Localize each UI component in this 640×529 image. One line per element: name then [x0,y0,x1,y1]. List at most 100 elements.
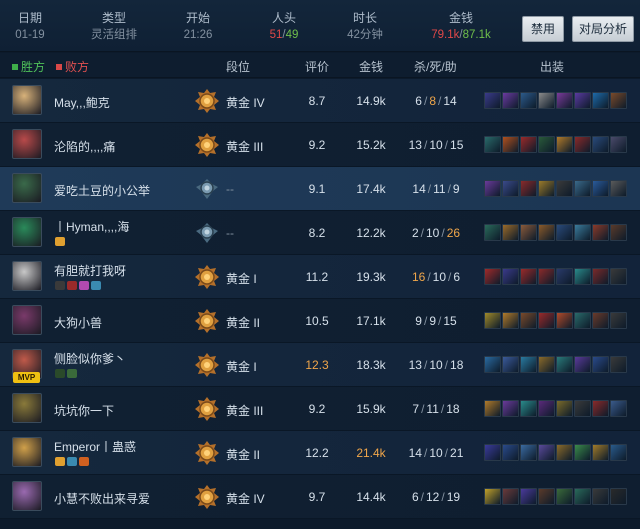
champion-portrait[interactable] [12,173,42,203]
item-icon[interactable] [592,488,609,505]
item-icon[interactable] [502,312,519,329]
champion-portrait[interactable] [12,85,42,115]
item-icon[interactable] [502,180,519,197]
player-row[interactable]: 沦陷的,,,,痛 黄金 III 9.2 15.2k 13/10/15 [0,123,640,167]
item-icon[interactable] [610,444,627,461]
item-icon[interactable] [574,356,591,373]
champion-portrait[interactable] [12,481,42,511]
item-icon[interactable] [556,400,573,417]
item-icon[interactable] [574,312,591,329]
item-icon[interactable] [610,136,627,153]
player-name[interactable]: 沦陷的,,,,痛 [54,138,115,155]
item-icon[interactable] [556,136,573,153]
player-row[interactable]: MVP 侧脸似你爹丶 黄金 I 12.3 18.3k 13/10/18 [0,343,640,387]
ban-button[interactable]: 禁用 [522,16,564,42]
item-icon[interactable] [592,268,609,285]
item-icon[interactable] [484,268,501,285]
item-icon[interactable] [538,400,555,417]
item-icon[interactable] [484,92,501,109]
champion-portrait[interactable] [12,217,42,247]
item-icon[interactable] [592,444,609,461]
item-icon[interactable] [556,312,573,329]
item-icon[interactable] [538,224,555,241]
player-name[interactable]: 大狗小兽 [54,314,102,331]
item-icon[interactable] [556,444,573,461]
item-icon[interactable] [556,488,573,505]
item-icon[interactable] [556,356,573,373]
item-icon[interactable] [538,180,555,197]
item-icon[interactable] [502,400,519,417]
item-icon[interactable] [502,224,519,241]
player-name[interactable]: 坑坑你一下 [54,402,114,419]
item-icon[interactable] [520,400,537,417]
item-icon[interactable] [610,268,627,285]
item-icon[interactable] [574,180,591,197]
item-icon[interactable] [484,180,501,197]
item-icon[interactable] [520,356,537,373]
champion-portrait[interactable] [12,261,42,291]
champion-portrait[interactable] [12,129,42,159]
item-icon[interactable] [484,312,501,329]
item-icon[interactable] [610,224,627,241]
item-icon[interactable] [610,92,627,109]
item-icon[interactable] [610,400,627,417]
player-row[interactable]: 爱吃土豆的小公举 -- 9.1 17.4k 14/11/9 [0,167,640,211]
item-icon[interactable] [520,488,537,505]
item-icon[interactable] [610,356,627,373]
item-icon[interactable] [610,488,627,505]
player-name[interactable]: 爱吃土豆的小公举 [54,182,150,199]
item-icon[interactable] [484,356,501,373]
item-icon[interactable] [592,224,609,241]
match-analysis-button[interactable]: 对局分析 [572,16,634,42]
player-row[interactable]: 小慧不败出来寻爱 黄金 IV 9.7 14.4k 6/12/19 [0,475,640,519]
item-icon[interactable] [538,356,555,373]
item-icon[interactable] [592,180,609,197]
item-icon[interactable] [538,444,555,461]
item-icon[interactable] [592,312,609,329]
item-icon[interactable] [502,92,519,109]
item-icon[interactable] [556,92,573,109]
item-icon[interactable] [592,92,609,109]
item-icon[interactable] [574,400,591,417]
player-row[interactable]: Emperor丨蛊惑 黄金 II 12.2 21.4k 14/10/21 [0,431,640,475]
player-name[interactable]: 小慧不败出来寻爱 [54,490,150,507]
item-icon[interactable] [556,180,573,197]
item-icon[interactable] [520,92,537,109]
champion-portrait[interactable] [12,393,42,423]
item-icon[interactable] [592,400,609,417]
player-name[interactable]: 有胆就打我呀 [54,262,126,279]
player-name[interactable]: 侧脸似你爹丶 [54,350,126,367]
item-icon[interactable] [520,268,537,285]
item-icon[interactable] [574,92,591,109]
player-name[interactable]: 丨Hyman,,,,海 [54,218,129,235]
player-row[interactable]: 丨Hyman,,,,海 -- 8.2 12.2k 2/10/26 [0,211,640,255]
item-icon[interactable] [502,488,519,505]
item-icon[interactable] [610,312,627,329]
item-icon[interactable] [592,136,609,153]
item-icon[interactable] [502,444,519,461]
item-icon[interactable] [484,488,501,505]
item-icon[interactable] [520,444,537,461]
item-icon[interactable] [502,136,519,153]
item-icon[interactable] [484,224,501,241]
item-icon[interactable] [538,268,555,285]
item-icon[interactable] [574,444,591,461]
item-icon[interactable] [502,356,519,373]
item-icon[interactable] [538,136,555,153]
item-icon[interactable] [574,136,591,153]
player-row[interactable]: 大狗小兽 黄金 II 10.5 17.1k 9/9/15 [0,299,640,343]
item-icon[interactable] [484,444,501,461]
player-row[interactable]: May,,,鲍克 黄金 IV 8.7 14.9k 6/8/14 [0,79,640,123]
champion-portrait[interactable] [12,305,42,335]
champion-portrait[interactable] [12,437,42,467]
item-icon[interactable] [520,224,537,241]
player-row[interactable]: 坑坑你一下 黄金 III 9.2 15.9k 7/11/18 [0,387,640,431]
item-icon[interactable] [484,400,501,417]
item-icon[interactable] [574,224,591,241]
item-icon[interactable] [538,488,555,505]
item-icon[interactable] [556,268,573,285]
item-icon[interactable] [520,136,537,153]
item-icon[interactable] [538,312,555,329]
item-icon[interactable] [574,488,591,505]
item-icon[interactable] [502,268,519,285]
